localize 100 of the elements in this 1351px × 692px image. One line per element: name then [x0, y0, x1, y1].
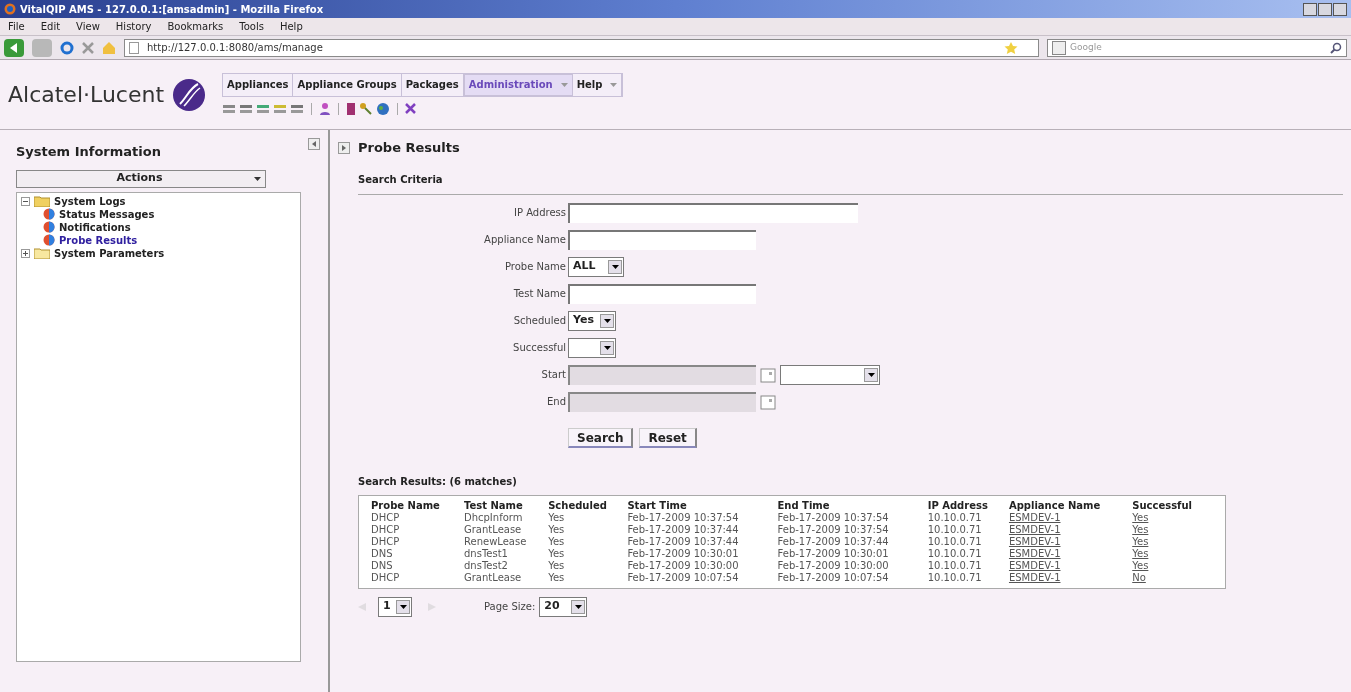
column-header: Appliance Name: [1008, 499, 1102, 512]
table-link[interactable]: ESMDEV-1: [1008, 511, 1061, 523]
dropdown-arrow-icon: [254, 176, 261, 181]
results-title: Search Results: (6 matches): [358, 475, 517, 487]
menu-item[interactable]: Bookmarks: [167, 19, 224, 34]
stop-icon[interactable]: [82, 41, 94, 54]
table-link[interactable]: Yes: [1132, 535, 1149, 547]
field-label: Test Name: [512, 287, 567, 301]
star-icon[interactable]: [1004, 40, 1018, 55]
log-icon: [43, 234, 55, 246]
tree-item[interactable]: System Parameters: [54, 245, 165, 261]
log-icon: [43, 208, 55, 220]
select-field[interactable]: [568, 337, 616, 358]
tree-item[interactable]: Notifications: [59, 219, 131, 235]
address-bar[interactable]: http://127.0.0.1:8080/ams/manage: [124, 38, 1039, 57]
logo-icon: [172, 77, 207, 112]
table-cell: 10.10.0.71: [927, 559, 982, 571]
table-link[interactable]: ESMDEV-1: [1008, 535, 1061, 547]
select-field[interactable]: ALL: [568, 256, 624, 277]
input-field[interactable]: [568, 229, 756, 250]
expand-button[interactable]: [338, 141, 350, 154]
table-link[interactable]: ESMDEV-1: [1008, 547, 1061, 559]
menu-item[interactable]: History: [115, 19, 152, 34]
maximize-button[interactable]: [1318, 2, 1332, 16]
menu-item[interactable]: View: [76, 19, 100, 34]
toolbar-key-icon[interactable]: [359, 101, 374, 116]
table-cell: Feb-17-2009 10:30:01: [777, 547, 889, 559]
table-cell: DNS: [371, 547, 393, 559]
table-cell: Feb-17-2009 10:30:01: [627, 547, 739, 559]
collapse-button[interactable]: [308, 138, 320, 150]
table-link[interactable]: Yes: [1132, 559, 1149, 571]
table-link[interactable]: No: [1132, 571, 1146, 583]
table-cell: DNS: [371, 559, 393, 571]
window-title: VitalQIP AMS - 127.0.0.1:[amsadmin] - Mozilla Firefox: [20, 2, 324, 17]
table-cell: Yes: [548, 547, 565, 559]
page-icon: [129, 41, 139, 54]
table-cell: DHCP: [371, 571, 400, 583]
close-button[interactable]: [1333, 2, 1347, 16]
collapse-toggle[interactable]: [21, 196, 30, 206]
table-link[interactable]: ESMDEV-1: [1008, 571, 1061, 583]
table-cell: Yes: [548, 559, 565, 571]
reset-button[interactable]: Reset: [639, 427, 697, 448]
search-icon[interactable]: [1330, 41, 1342, 54]
page-select[interactable]: 1: [378, 596, 412, 617]
menu-item[interactable]: Tools: [239, 19, 264, 34]
page-title: Probe Results: [358, 139, 460, 157]
column-header: Successful: [1132, 499, 1193, 512]
google-icon[interactable]: [1052, 40, 1066, 55]
expand-toggle[interactable]: [21, 248, 30, 258]
toolbar-server-icon[interactable]: [239, 102, 254, 115]
input-field[interactable]: [568, 283, 756, 304]
select-field[interactable]: Yes: [568, 310, 616, 331]
menu-item[interactable]: Help: [279, 19, 303, 34]
field-label: Probe Name: [503, 260, 567, 274]
left-arrow-icon: [312, 141, 316, 147]
table-cell: 10.10.0.71: [927, 511, 982, 523]
menu-item[interactable]: Edit: [40, 19, 61, 34]
back-button[interactable]: [4, 38, 24, 57]
close-icon[interactable]: [405, 103, 417, 114]
page-size-select[interactable]: 20: [539, 596, 588, 617]
menu-item[interactable]: File: [8, 19, 25, 34]
toolbar-globe-icon[interactable]: [376, 101, 391, 116]
toolbar-server-icon[interactable]: [222, 102, 237, 115]
table-cell: 10.10.0.71: [927, 547, 982, 559]
actions-dropdown[interactable]: Actions: [16, 169, 266, 188]
toolbar-book-icon[interactable]: [346, 101, 357, 116]
minimize-button[interactable]: [1303, 2, 1317, 16]
folder-icon: [34, 247, 50, 259]
table-cell: Feb-17-2009 10:37:54: [777, 523, 889, 535]
toolbar-server-icon[interactable]: [273, 102, 288, 115]
table-cell: GrantLease: [464, 571, 522, 583]
field-label: IP Address: [513, 206, 567, 220]
table-link[interactable]: ESMDEV-1: [1008, 523, 1061, 535]
nav-tab[interactable]: Administration: [463, 73, 573, 96]
table-link[interactable]: Yes: [1132, 511, 1149, 523]
field-label: Appliance Name: [483, 233, 567, 247]
reload-icon[interactable]: [60, 40, 74, 55]
table-link[interactable]: Yes: [1132, 547, 1149, 559]
toolbar-server-icon[interactable]: [256, 102, 271, 115]
column-header: IP Address: [927, 499, 1009, 512]
table-cell: GrantLease: [464, 523, 522, 535]
table-cell: Yes: [548, 571, 565, 583]
table-link[interactable]: ESMDEV-1: [1008, 559, 1061, 571]
tree-item[interactable]: Status Messages: [59, 206, 155, 222]
table-cell: DHCP: [371, 511, 400, 523]
toolbar-server-icon[interactable]: [290, 102, 305, 115]
input-field[interactable]: [568, 202, 858, 223]
column-header: Probe Name: [371, 499, 464, 512]
table-link[interactable]: Yes: [1132, 523, 1149, 535]
search-button[interactable]: Search: [568, 427, 634, 448]
table-cell: DHCP: [371, 535, 400, 547]
plus-icon: [23, 250, 28, 256]
tree-item[interactable]: Probe Results: [59, 232, 138, 248]
field-label: End: [546, 395, 567, 409]
table-cell: Feb-17-2009 10:37:54: [627, 511, 739, 523]
column-header: Start Time: [627, 499, 778, 512]
tree-item[interactable]: System Logs: [54, 193, 126, 209]
toolbar-person-icon[interactable]: [319, 101, 332, 116]
back-arrow-icon: [10, 42, 18, 53]
table-cell: RenewLease: [464, 535, 527, 547]
